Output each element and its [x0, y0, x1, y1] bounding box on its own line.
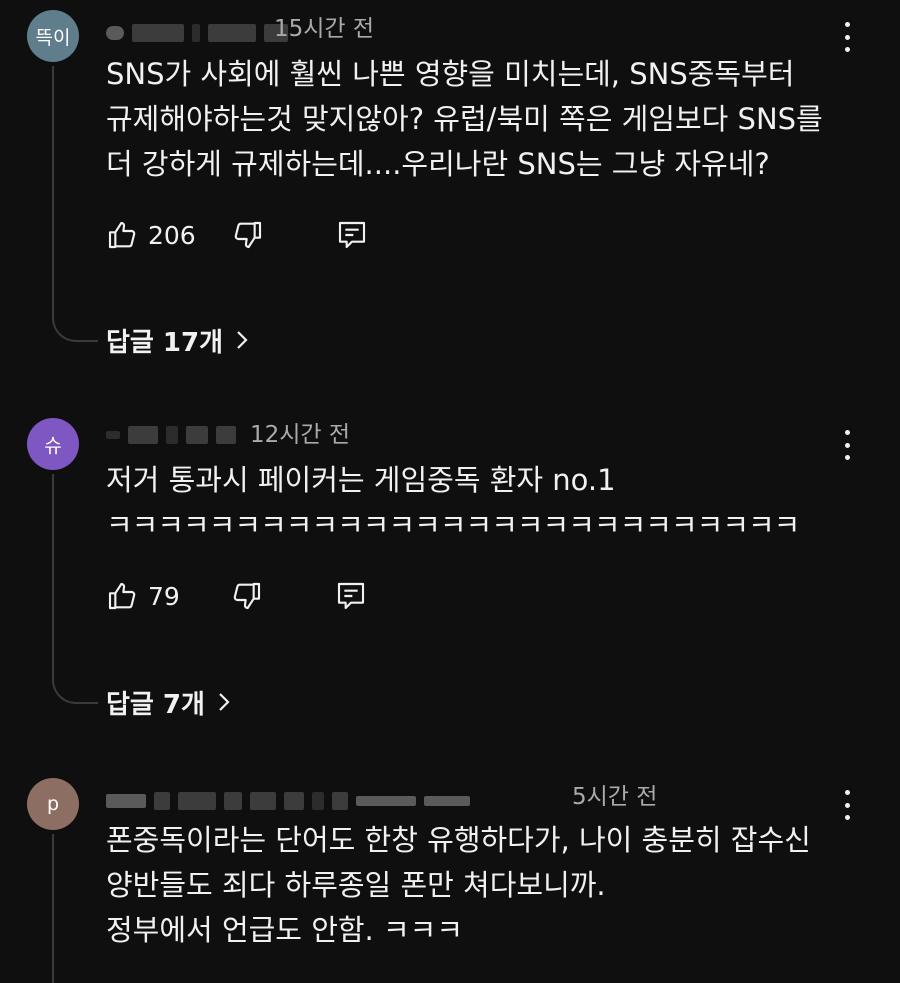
comment-line: 양반들도 죄다 하루종일 폰만 쳐다보니까. — [106, 868, 606, 902]
replies-label: 답글 7개 — [106, 689, 205, 720]
avatar[interactable]: 슈 — [27, 418, 79, 470]
comment-actions: 206 — [106, 217, 368, 253]
view-replies-button[interactable]: 답글 7개 — [106, 684, 231, 720]
comment-reply-icon[interactable] — [335, 580, 367, 612]
chevron-right-icon — [219, 693, 230, 711]
comment-actions: 79 — [106, 578, 367, 614]
comment-line: 정부에서 언급도 안함. ㅋㅋㅋ — [106, 913, 464, 947]
reply-thread-line — [52, 834, 98, 983]
comment-reply-icon[interactable] — [336, 219, 368, 251]
thumbs-down-icon[interactable] — [232, 219, 264, 251]
comment-line: 폰중독이라는 단어도 한창 유행하다가, 나이 충분히 잡수신 — [106, 823, 811, 857]
comment-text: SNS가 사회에 훨씬 나쁜 영향을 미치는데, SNS중독부터 규제해야하는것… — [106, 52, 823, 187]
timestamp[interactable]: 15시간 전 — [274, 14, 374, 44]
more-vertical-icon — [844, 790, 850, 795]
comment-text: 저거 통과시 페이커는 게임중독 환자 no.1 ㅋㅋㅋㅋㅋㅋㅋㅋㅋㅋㅋㅋㅋㅋㅋ… — [106, 458, 800, 548]
avatar[interactable]: 뜩이 — [27, 10, 79, 62]
reply-thread-line — [52, 474, 98, 704]
like-count: 206 — [148, 220, 196, 250]
timestamp[interactable]: 12시간 전 — [250, 420, 350, 450]
thumbs-up-icon[interactable] — [106, 219, 138, 251]
comment-line: 규제해야하는것 맞지않아? 유럽/북미 쪽은 게임보다 SNS를 — [106, 102, 823, 136]
comment-text: 폰중독이라는 단어도 한창 유행하다가, 나이 충분히 잡수신 양반들도 죄다 … — [106, 818, 811, 953]
comment-line: ㅋㅋㅋㅋㅋㅋㅋㅋㅋㅋㅋㅋㅋㅋㅋㅋㅋㅋㅋㅋㅋㅋㅋㅋㅋㅋㅋ — [106, 508, 800, 542]
timestamp[interactable]: 5시간 전 — [572, 782, 657, 812]
replies-label: 답글 17개 — [106, 327, 223, 358]
comment-line: 저거 통과시 페이커는 게임중독 환자 no.1 — [106, 463, 616, 497]
comment-menu-button[interactable] — [838, 790, 856, 820]
comment-line: 더 강하게 규제하는데....우리나란 SNS는 그냥 자유네? — [106, 147, 770, 181]
like-count: 79 — [148, 581, 180, 611]
comment-line: SNS가 사회에 훨씬 나쁜 영향을 미치는데, SNS중독부터 — [106, 57, 795, 91]
thumbs-up-icon[interactable] — [106, 580, 138, 612]
more-vertical-icon — [844, 22, 850, 27]
author-name-redacted[interactable] — [106, 786, 478, 816]
author-name-redacted[interactable] — [106, 420, 244, 450]
thumbs-down-icon[interactable] — [231, 580, 263, 612]
avatar[interactable]: p — [27, 778, 79, 830]
author-name-redacted[interactable] — [106, 18, 296, 48]
comment-menu-button[interactable] — [838, 22, 856, 52]
chevron-right-icon — [237, 331, 248, 349]
comment-menu-button[interactable] — [838, 430, 856, 460]
reply-thread-line — [52, 66, 98, 342]
view-replies-button[interactable]: 답글 17개 — [106, 322, 249, 358]
more-vertical-icon — [844, 430, 850, 435]
